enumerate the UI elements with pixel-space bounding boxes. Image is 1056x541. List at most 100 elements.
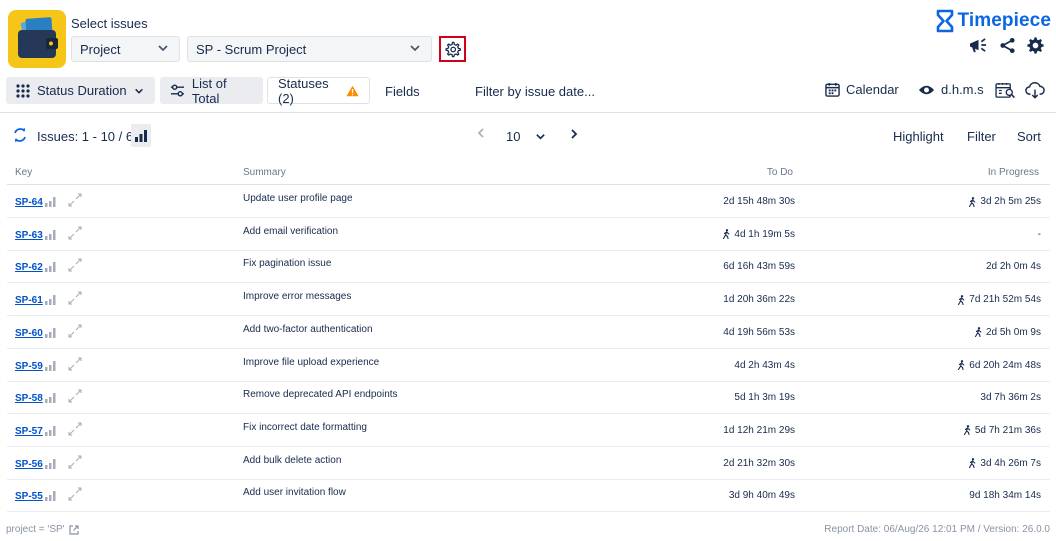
time-format-button[interactable]: d.h.m.s xyxy=(918,82,984,97)
wallet-icon xyxy=(18,17,58,58)
expand-icon xyxy=(68,357,82,370)
inprogress-duration-cell: 2d 5h 0m 9s xyxy=(974,327,1041,338)
inprogress-duration: - xyxy=(1037,228,1041,240)
hourglass-icon xyxy=(936,9,953,33)
calendar-button[interactable]: Calendar xyxy=(825,82,899,97)
inprogress-duration: 6d 20h 24m 48s xyxy=(969,359,1041,371)
issue-key-link[interactable]: SP-61 xyxy=(15,295,43,306)
chart-toggle-button[interactable] xyxy=(131,124,151,147)
share-button[interactable] xyxy=(999,37,1016,59)
fields-button[interactable]: Fields xyxy=(385,84,420,99)
issue-chart-button[interactable] xyxy=(45,456,57,474)
issue-expand-button[interactable] xyxy=(68,455,82,474)
next-page-button[interactable] xyxy=(570,127,578,145)
issue-chart-button[interactable] xyxy=(45,227,57,245)
chevron-down-icon xyxy=(158,45,168,52)
inprogress-duration-cell: 2d 2h 0m 4s xyxy=(986,261,1041,272)
todo-duration: 2d 21h 32m 30s xyxy=(723,457,795,469)
previous-page-button[interactable] xyxy=(477,127,485,142)
issue-expand-button[interactable] xyxy=(68,193,82,212)
announcement-icon xyxy=(970,38,987,53)
issue-key-link[interactable]: SP-57 xyxy=(15,426,43,437)
column-header-key[interactable]: Key xyxy=(15,167,32,178)
issue-chart-button[interactable] xyxy=(45,488,57,506)
issue-expand-button[interactable] xyxy=(68,357,82,376)
issue-chart-button[interactable] xyxy=(45,423,57,441)
external-link-icon[interactable] xyxy=(68,524,79,535)
column-header-todo[interactable]: To Do xyxy=(767,167,793,178)
issue-key-link[interactable]: SP-56 xyxy=(15,459,43,470)
list-of-total-button[interactable]: List of Total xyxy=(160,76,263,106)
issue-expand-button[interactable] xyxy=(68,291,82,310)
announcement-button[interactable] xyxy=(969,37,988,59)
issue-chart-button[interactable] xyxy=(45,325,57,343)
export-button[interactable] xyxy=(1025,82,1045,99)
issue-key-link[interactable]: SP-64 xyxy=(15,197,43,208)
statuses-button[interactable]: Statuses (2) xyxy=(267,76,370,106)
table-row: SP-64 Update user profile page 2d 15h 48m … xyxy=(7,185,1050,218)
issue-expand-button[interactable] xyxy=(68,226,82,245)
inprogress-duration: 5d 7h 21m 36s xyxy=(974,424,1041,436)
issue-key-link[interactable]: SP-63 xyxy=(15,230,43,241)
issue-chart-button[interactable] xyxy=(45,390,57,408)
issue-key-link[interactable]: SP-59 xyxy=(15,361,43,372)
column-header-summary[interactable]: Summary xyxy=(243,167,286,178)
calendar-search-button[interactable] xyxy=(995,82,1016,99)
inprogress-duration: 2d 5h 0m 9s xyxy=(985,326,1041,338)
expand-icon xyxy=(68,226,82,240)
filter-button[interactable]: Filter xyxy=(967,129,996,144)
refresh-icon xyxy=(14,127,26,143)
select-issues-label: Select issues xyxy=(71,16,148,31)
status-duration-label: Status Duration xyxy=(37,83,127,98)
todo-duration-cell: 6d 16h 43m 59s xyxy=(723,261,795,272)
calendar-search-icon xyxy=(995,82,1016,99)
todo-duration: 5d 1h 3m 19s xyxy=(734,392,795,404)
todo-duration-cell: 4d 19h 56m 53s xyxy=(723,327,795,338)
issue-key-link[interactable]: SP-62 xyxy=(15,262,43,273)
table-row: SP-62 Fix pagination issue 6d 16h 43m 59s 2… xyxy=(7,250,1050,284)
issue-expand-button[interactable] xyxy=(68,422,82,441)
issue-key-link[interactable]: SP-55 xyxy=(15,491,43,502)
chevron-down-icon xyxy=(536,134,545,140)
expand-icon xyxy=(68,324,82,338)
project-dropdown[interactable]: Project xyxy=(71,36,180,62)
expand-icon xyxy=(68,258,82,272)
refresh-button[interactable] xyxy=(12,127,28,148)
column-header-in-progress[interactable]: In Progress xyxy=(988,167,1039,178)
issue-expand-button[interactable] xyxy=(68,324,82,343)
expand-icon xyxy=(68,422,82,436)
inprogress-duration-cell: 3d 2h 5m 25s xyxy=(968,196,1041,207)
inprogress-duration: 9d 18h 34m 14s xyxy=(969,490,1041,502)
query-settings-button[interactable] xyxy=(439,36,466,62)
issue-expand-button[interactable] xyxy=(68,258,82,277)
issue-key-link[interactable]: SP-60 xyxy=(15,328,43,339)
table-row: SP-63 Add email verification 4d 1h 19m 5s - xyxy=(7,218,1050,251)
inprogress-duration-cell: 7d 21h 52m 54s xyxy=(957,294,1041,305)
issue-chart-button[interactable] xyxy=(45,259,57,277)
settings-button[interactable] xyxy=(1027,37,1044,59)
filter-by-date-button[interactable]: Filter by issue date... xyxy=(475,84,595,99)
issue-key-link[interactable]: SP-58 xyxy=(15,393,43,404)
status-duration-dropdown[interactable]: Status Duration xyxy=(6,77,155,104)
todo-duration-cell: 5d 1h 3m 19s xyxy=(734,392,795,403)
inprogress-duration-cell: 5d 7h 21m 36s xyxy=(963,425,1041,436)
expand-icon xyxy=(68,487,82,501)
scope-dropdown[interactable]: SP - Scrum Project xyxy=(187,36,432,62)
issue-expand-button[interactable] xyxy=(68,389,82,408)
gear-icon xyxy=(1027,37,1044,54)
expand-icon xyxy=(68,193,82,207)
sort-button[interactable]: Sort xyxy=(1017,129,1041,144)
issue-expand-button[interactable] xyxy=(68,487,82,506)
walking-person-icon xyxy=(974,327,982,338)
inprogress-duration-cell: 3d 7h 36m 2s xyxy=(980,392,1041,403)
highlight-button[interactable]: Highlight xyxy=(893,129,944,144)
bar-chart-icon xyxy=(45,262,56,273)
issue-chart-button[interactable] xyxy=(45,358,57,376)
todo-duration-cell: 2d 15h 48m 30s xyxy=(723,196,795,207)
page-size-select[interactable]: 10 xyxy=(506,129,520,144)
inprogress-duration: 7d 21h 52m 54s xyxy=(969,294,1041,306)
issue-chart-button[interactable] xyxy=(45,292,57,310)
page-size-chevron[interactable] xyxy=(535,129,546,147)
brand: Timepiece xyxy=(936,9,1052,33)
issue-chart-button[interactable] xyxy=(45,194,57,212)
